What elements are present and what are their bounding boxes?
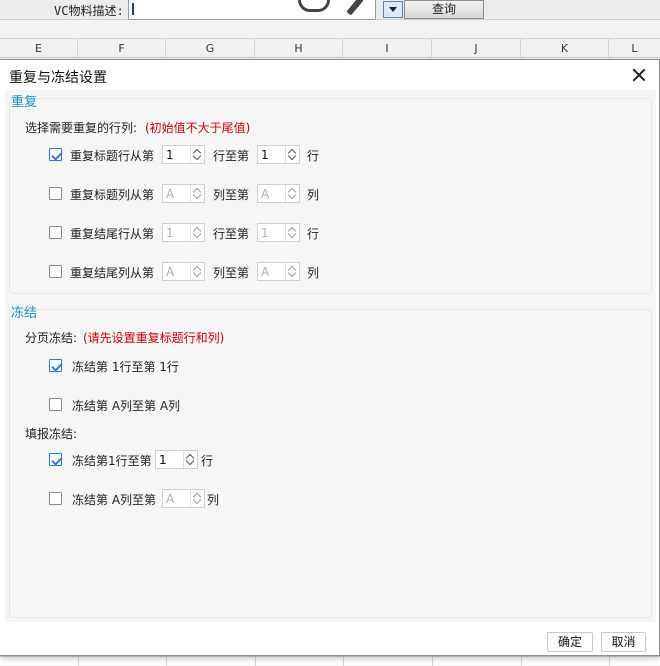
stepper-value: 1 [166, 226, 174, 240]
query-button[interactable]: 查询 [404, 0, 484, 19]
repeat-freeze-dialog: 重复与冻结设置 重复 选择需要重复的行列: (初始值不大于尾值) 重复标题行从第… [0, 59, 660, 656]
repeat-title-col-mid: 列至第 [213, 188, 250, 202]
stepper-value: A [261, 265, 270, 279]
stepper-value: 1 [159, 453, 167, 467]
stepper-buttons[interactable] [285, 146, 299, 163]
repeat-title-col-from-stepper[interactable]: A [162, 184, 205, 203]
stepper-value: A [166, 187, 175, 201]
stepper-value: 1 [261, 148, 269, 162]
repeat-section-title: 重复 [11, 95, 38, 110]
repeat-end-col-checkbox[interactable] [49, 265, 62, 278]
column-header[interactable]: H [255, 39, 343, 58]
freeze-section-title: 冻结 [11, 306, 38, 321]
stepper-value: A [166, 492, 175, 506]
column-header[interactable]: K [521, 39, 609, 58]
stepper-value: A [261, 187, 270, 201]
dialog-title: 重复与冻结设置 [9, 70, 107, 86]
close-icon[interactable] [630, 66, 648, 84]
stepper-buttons[interactable] [190, 185, 204, 202]
repeat-end-row-to-stepper[interactable]: 1 [257, 223, 300, 242]
material-desc-input[interactable] [128, 0, 376, 20]
page-freeze-col-label: 冻结第 A列至第 A列 [72, 399, 181, 413]
sheet-grid-edge [0, 656, 660, 666]
fill-freeze-label: 填报冻结: [25, 427, 78, 441]
stepper-value: 1 [166, 148, 174, 162]
repeat-title-col-unit: 列 [307, 188, 320, 202]
stepper-value: A [166, 265, 175, 279]
column-header[interactable]: G [166, 39, 255, 58]
repeat-end-row-mid: 行至第 [213, 227, 250, 241]
page-freeze-label: 分页冻结: [25, 331, 78, 345]
repeat-end-row-from-stepper[interactable]: 1 [162, 223, 205, 242]
stepper-buttons[interactable] [190, 263, 204, 280]
repeat-end-col-unit: 列 [307, 266, 320, 280]
stepper-buttons[interactable] [190, 490, 204, 507]
fill-freeze-row-unit: 行 [201, 454, 214, 468]
repeat-title-row-from-stepper[interactable]: 1 [162, 145, 205, 164]
material-desc-label: VC物料描述: [54, 4, 124, 18]
repeat-section: 重复 选择需要重复的行列: (初始值不大于尾值) 重复标题行从第 1 行至第 1… [9, 95, 652, 294]
repeat-end-col-to-stepper[interactable]: A [257, 262, 300, 281]
repeat-title-col-to-stepper[interactable]: A [257, 184, 300, 203]
repeat-end-col-label: 重复结尾列从第 [70, 266, 155, 280]
repeat-end-row-unit: 行 [307, 227, 320, 241]
app-toolbar: VC物料描述: 查询 [0, 0, 660, 20]
repeat-title-row-to-stepper[interactable]: 1 [257, 145, 300, 164]
page-freeze-note: (请先设置重复标题行和列) [83, 331, 225, 345]
repeat-end-col-from-stepper[interactable]: A [162, 262, 205, 281]
stepper-buttons[interactable] [190, 224, 204, 241]
repeat-title-row-label: 重复标题行从第 [70, 149, 155, 163]
page-freeze-row-label: 冻结第 1行至第 1行 [72, 360, 179, 374]
dropdown-toggle-button[interactable] [383, 1, 403, 18]
repeat-title-row-checkbox[interactable] [49, 148, 62, 161]
column-header[interactable]: F [78, 39, 166, 58]
repeat-title-row-unit: 行 [307, 149, 320, 163]
cancel-button[interactable]: 取消 [601, 632, 646, 652]
fill-freeze-row-label: 冻结第1行至第 [72, 454, 152, 468]
stepper-buttons[interactable] [285, 185, 299, 202]
column-header[interactable]: I [343, 39, 432, 58]
fill-freeze-row-checkbox[interactable] [49, 453, 62, 466]
repeat-note: (初始值不大于尾值) [145, 121, 251, 135]
column-header[interactable]: L [609, 39, 660, 58]
stepper-buttons[interactable] [285, 263, 299, 280]
fill-freeze-col-checkbox[interactable] [49, 492, 62, 505]
stepper-buttons[interactable] [183, 451, 197, 468]
repeat-end-row-label: 重复结尾行从第 [70, 227, 155, 241]
freeze-section: 冻结 分页冻结: (请先设置重复标题行和列) 冻结第 1行至第 1行 冻结第 A… [9, 306, 652, 618]
repeat-title-col-label: 重复标题列从第 [70, 188, 155, 202]
ok-button[interactable]: 确定 [547, 632, 593, 652]
fill-freeze-col-label: 冻结第 A列至第 [72, 493, 157, 507]
column-header[interactable]: J [432, 39, 521, 58]
page-freeze-col-checkbox[interactable] [49, 398, 62, 411]
text-cursor [132, 3, 134, 15]
stepper-value: 1 [261, 226, 269, 240]
repeat-end-col-mid: 列至第 [213, 266, 250, 280]
fill-freeze-col-stepper[interactable]: A [162, 489, 205, 508]
repeat-title-row-mid: 行至第 [213, 149, 250, 163]
dialog-body: 重复 选择需要重复的行列: (初始值不大于尾值) 重复标题行从第 1 行至第 1… [5, 90, 656, 622]
fill-freeze-row-stepper[interactable]: 1 [155, 450, 198, 469]
column-header[interactable]: E [0, 39, 78, 58]
column-header-row: E F G H I J K L [0, 38, 660, 58]
page-freeze-row-checkbox[interactable] [49, 359, 62, 372]
repeat-prompt: 选择需要重复的行列: [25, 121, 138, 135]
stepper-buttons[interactable] [285, 224, 299, 241]
fill-freeze-col-unit: 列 [207, 493, 220, 507]
repeat-title-col-checkbox[interactable] [49, 187, 62, 200]
stepper-buttons[interactable] [190, 146, 204, 163]
repeat-end-row-checkbox[interactable] [49, 226, 62, 239]
